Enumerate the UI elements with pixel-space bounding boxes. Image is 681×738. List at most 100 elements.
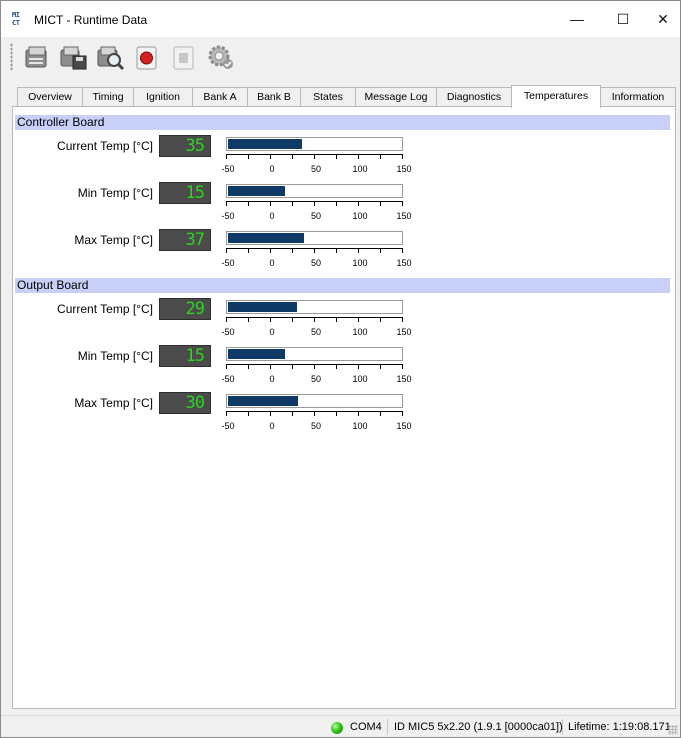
scale-tick <box>380 248 381 253</box>
tab-message-log[interactable]: Message Log <box>355 87 437 107</box>
section-header: Controller Board <box>15 115 670 130</box>
tab-bank-b[interactable]: Bank B <box>247 87 301 107</box>
scale-tick-label: 150 <box>396 374 412 384</box>
scale-tick-label: 0 <box>269 258 275 268</box>
tab-diagnostics[interactable]: Diagnostics <box>436 87 512 107</box>
temp-level-bar <box>226 300 403 314</box>
scale-tick <box>336 201 337 206</box>
scale-tick-label: 50 <box>310 164 322 174</box>
scale-tick <box>292 201 293 206</box>
temp-lcd-display: 15 <box>159 182 211 204</box>
scale-tick <box>248 201 249 206</box>
scale-tick <box>336 248 337 253</box>
scale-tick-label: -50 <box>221 164 235 174</box>
temp-label: Min Temp [°C] <box>77 349 153 363</box>
scale-tick <box>336 154 337 159</box>
tab-states[interactable]: States <box>300 87 356 107</box>
save-icon[interactable] <box>56 41 90 73</box>
tab-timing[interactable]: Timing <box>82 87 134 107</box>
scale-tick <box>226 364 227 369</box>
scale-tick <box>380 154 381 159</box>
scale-tick <box>270 364 271 369</box>
scale-tick <box>314 411 315 416</box>
temp-label: Current Temp [°C] <box>57 139 153 153</box>
temp-level-bar <box>226 394 403 408</box>
scale-tick-label: 50 <box>310 421 322 431</box>
scale-tick <box>248 248 249 253</box>
scale-tick-label: 0 <box>269 374 275 384</box>
scale-tick <box>314 248 315 253</box>
svg-text:CT: CT <box>12 19 20 26</box>
scale-tick-label: 100 <box>352 164 368 174</box>
scale-tick <box>358 317 359 322</box>
scale-tick-label: 150 <box>396 211 412 221</box>
minimize-button[interactable]: — <box>554 5 600 33</box>
temp-level-bar <box>226 184 403 198</box>
scale-tick-label: 100 <box>352 258 368 268</box>
scale-tick <box>314 364 315 369</box>
scale-tick <box>336 411 337 416</box>
scale-tick-label: -50 <box>221 211 235 221</box>
tab-ignition[interactable]: Ignition <box>133 87 193 107</box>
connect-icon[interactable] <box>19 41 53 73</box>
scale-tick <box>402 201 403 206</box>
scale-tick-label: 0 <box>269 164 275 174</box>
stop-icon[interactable] <box>167 41 201 73</box>
app-logo-icon: MI CT <box>12 11 28 27</box>
scale-tick-label: 100 <box>352 327 368 337</box>
scale-tick <box>226 317 227 322</box>
temp-label: Min Temp [°C] <box>77 186 153 200</box>
scale-tick <box>402 248 403 253</box>
connection-led-icon <box>331 722 343 734</box>
temp-label: Current Temp [°C] <box>57 302 153 316</box>
scale-tick <box>248 154 249 159</box>
scale-tick <box>358 201 359 206</box>
scale-tick <box>402 364 403 369</box>
temp-lcd-value: 37 <box>185 230 206 250</box>
scale-tick-label: 50 <box>310 258 322 268</box>
scale-tick <box>380 364 381 369</box>
toolbar-grip[interactable] <box>10 43 13 71</box>
maximize-button[interactable]: ☐ <box>600 5 646 33</box>
tab-temperatures[interactable]: Temperatures <box>511 85 601 108</box>
tab-bank-a[interactable]: Bank A <box>192 87 248 107</box>
scale-tick <box>314 154 315 159</box>
scale-tick-label: 0 <box>269 211 275 221</box>
tab-strip: Overview Timing Ignition Bank A Bank B S… <box>1 85 680 108</box>
scale-tick <box>270 201 271 206</box>
inspect-icon[interactable] <box>93 41 127 73</box>
temp-lcd-value: 15 <box>185 183 206 203</box>
temp-lcd-display: 35 <box>159 135 211 157</box>
scale-tick-label: 50 <box>310 211 322 221</box>
record-icon[interactable] <box>130 41 164 73</box>
temp-lcd-display: 30 <box>159 392 211 414</box>
scale-tick-label: 150 <box>396 164 412 174</box>
temp-lcd-value: 15 <box>185 346 206 366</box>
scale-tick <box>292 364 293 369</box>
section-header: Output Board <box>15 278 670 293</box>
status-device-id: ID MIC5 5x2.20 (1.9.1 [0000ca01]) <box>394 721 563 733</box>
scale-tick <box>402 411 403 416</box>
close-button[interactable]: ✕ <box>646 5 680 33</box>
temp-level-bar <box>226 231 403 245</box>
tab-overview[interactable]: Overview <box>17 87 83 107</box>
scale-tick-label: 0 <box>269 327 275 337</box>
temp-label: Max Temp [°C] <box>74 233 153 247</box>
scale-tick-label: 50 <box>310 327 322 337</box>
scale-tick-label: 0 <box>269 421 275 431</box>
resize-grip[interactable] <box>668 725 678 735</box>
temp-scale: -50 0 50 100 150 <box>221 317 412 341</box>
tab-information[interactable]: Information <box>600 87 676 107</box>
temp-level-fill <box>228 139 302 149</box>
scale-tick <box>270 411 271 416</box>
scale-tick-label: 150 <box>396 327 412 337</box>
scale-tick <box>358 154 359 159</box>
scale-tick <box>226 154 227 159</box>
title-bar[interactable]: MI CT MICT - Runtime Data — ☐ ✕ <box>1 1 680 37</box>
scale-tick <box>270 154 271 159</box>
temp-lcd-value: 29 <box>185 299 206 319</box>
status-bar: COM4 ID MIC5 5x2.20 (1.9.1 [0000ca01]) L… <box>1 715 680 737</box>
scale-tick <box>226 411 227 416</box>
settings-icon[interactable] <box>204 41 238 73</box>
temp-level-fill <box>228 349 285 359</box>
